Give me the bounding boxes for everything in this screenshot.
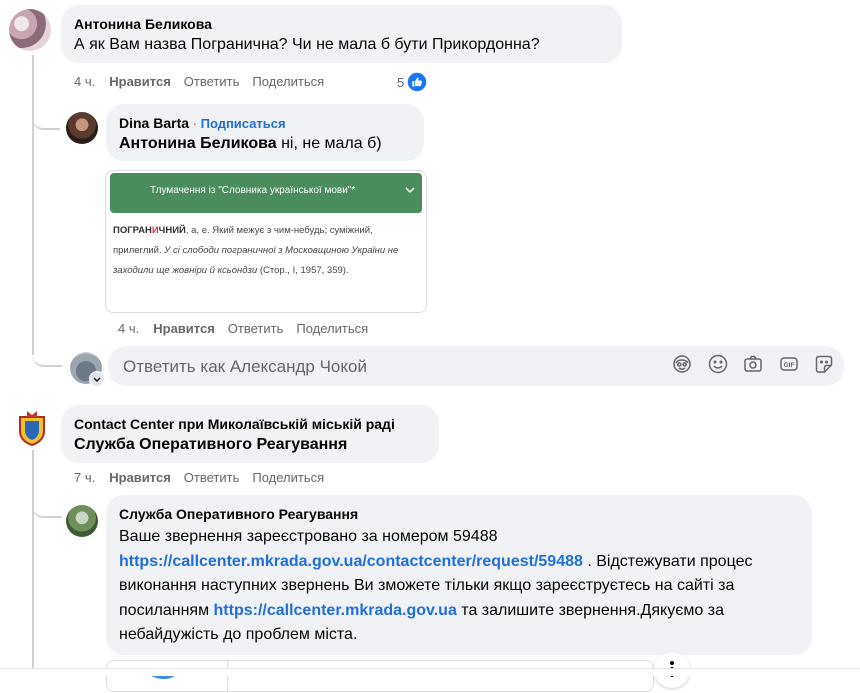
comment-actions: 4 ч. Нравится Ответить Поделиться <box>118 320 381 338</box>
reaction-count: 5 <box>397 74 405 90</box>
avatar[interactable] <box>66 505 98 537</box>
sticker-icon[interactable] <box>813 353 835 375</box>
gif-icon[interactable]: GIF <box>778 353 800 375</box>
comment-time[interactable]: 4 ч. <box>74 74 95 89</box>
chevron-down-icon <box>404 183 416 195</box>
comment-author[interactable]: Антонина Беликова <box>74 15 212 33</box>
thread-line-2 <box>32 450 34 675</box>
comment-text: Ваше звернення зареєстровано за номером … <box>119 528 753 643</box>
svg-text:GIF: GIF <box>784 362 795 369</box>
reply-input[interactable]: Ответить как Александр Чокой <box>123 356 367 378</box>
thread-line-1 <box>32 55 34 355</box>
reply-button[interactable]: Ответить <box>184 470 240 485</box>
link-preview-thumbnail <box>107 661 228 691</box>
comment-time[interactable]: 4 ч. <box>118 321 139 336</box>
comment-bubble: Contact Center при Миколаївській міській… <box>61 405 439 463</box>
follow-link[interactable]: Подписаться <box>201 116 286 131</box>
comment-author[interactable]: Dina Barta <box>119 115 189 131</box>
dictionary-source: (Стор., І, 1957, 359). <box>257 265 349 276</box>
like-button[interactable]: Нравится <box>109 470 171 485</box>
comment-actions: 7 ч. Нравится Ответить Поделиться <box>74 469 337 487</box>
like-reaction-icon <box>406 71 428 93</box>
like-button[interactable]: Нравится <box>109 74 171 89</box>
dictionary-header: Тлумачення із "Словника української мови… <box>110 173 422 213</box>
chevron-down-icon[interactable] <box>89 371 105 387</box>
avatar[interactable] <box>9 9 51 51</box>
comment-text: Служба Оперативного Реагування <box>74 436 348 453</box>
like-button[interactable]: Нравится <box>153 321 215 336</box>
reply-button[interactable]: Ответить <box>184 74 240 89</box>
share-button[interactable]: Поделиться <box>296 321 368 336</box>
comment-text: ні, не мала б) <box>276 135 382 152</box>
emoji-icon[interactable] <box>707 353 729 375</box>
avatar-sticker-icon[interactable] <box>671 353 693 375</box>
request-link[interactable]: https://callcenter.mkrada.gov.ua/contact… <box>119 553 583 570</box>
reply-connector-1 <box>32 108 60 130</box>
comment-bubble: Антонина Беликова А як Вам назва Пограни… <box>61 5 622 63</box>
camera-icon[interactable] <box>742 353 764 375</box>
mention-link[interactable]: Антонина Беликова <box>119 135 277 152</box>
dictionary-header-title: Тлумачення із "Словника української мови… <box>150 185 356 196</box>
reply-connector-3 <box>32 500 62 518</box>
link-preview[interactable] <box>106 660 654 692</box>
reaction-summary[interactable]: 5 <box>397 71 428 93</box>
share-button[interactable]: Поделиться <box>252 470 324 485</box>
reply-button[interactable]: Ответить <box>228 321 284 336</box>
comment-time[interactable]: 7 ч. <box>74 470 95 485</box>
separator: · <box>189 116 201 131</box>
site-link[interactable]: https://callcenter.mkrada.gov.ua <box>214 602 457 619</box>
comment-author[interactable]: Служба Оперативного Реагування <box>119 505 358 523</box>
comment-author[interactable]: Contact Center при Миколаївській міській… <box>74 415 395 433</box>
dictionary-entry: ПОГРАНИЧНИЙ, а, е. Який межує з чим-небу… <box>113 221 417 281</box>
comment-actions: 4 ч. Нравится Ответить Поделиться <box>74 73 337 91</box>
reply-input-box[interactable]: Ответить как Александр Чокой GIF <box>108 346 844 386</box>
comment-bubble: Dina Barta · Подписаться Антонина Белико… <box>106 104 424 161</box>
avatar[interactable] <box>12 407 52 447</box>
comment-text: А як Вам назва Погранична? Чи не мала б … <box>74 36 540 53</box>
dictionary-word: ПОГРАНИЧНИЙ <box>113 225 186 236</box>
share-button[interactable]: Поделиться <box>252 74 324 89</box>
comment-bubble: Служба Оперативного Реагування Ваше звер… <box>106 495 812 655</box>
attached-image[interactable]: Тлумачення із "Словника української мови… <box>105 170 427 313</box>
avatar[interactable] <box>66 112 98 144</box>
reply-connector-2 <box>32 345 62 367</box>
